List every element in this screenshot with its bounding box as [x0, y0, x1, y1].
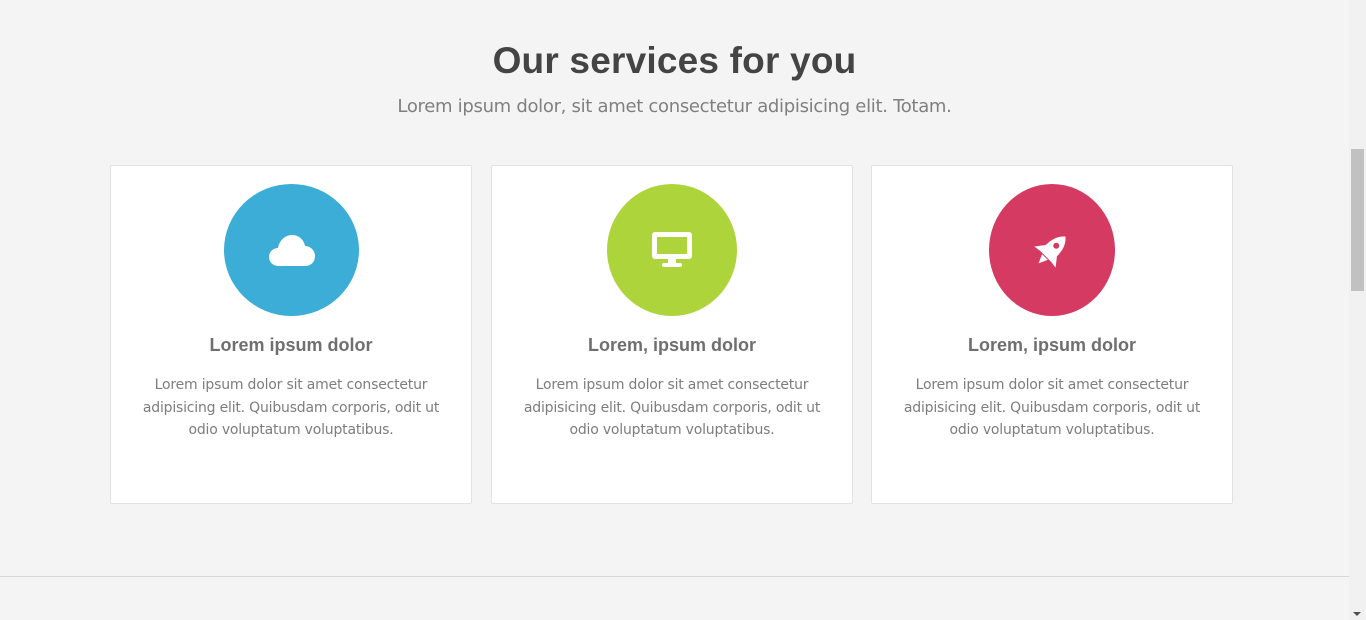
desktop-icon-circle	[607, 184, 737, 316]
section-divider	[0, 576, 1349, 577]
scroll-down-arrow-icon[interactable]	[1353, 612, 1361, 616]
cloud-icon	[268, 235, 315, 266]
section-subtitle: Lorem ipsum dolor, sit amet consectetur …	[397, 96, 952, 117]
card-text: Lorem ipsum dolor sit amet consectetur a…	[903, 377, 1201, 438]
rocket-icon-circle	[989, 184, 1115, 316]
cloud-icon-circle	[224, 184, 359, 316]
scrollbar-thumb[interactable]	[1351, 149, 1364, 291]
services-page: Our services for you Lorem ipsum dolor, …	[0, 0, 1349, 620]
service-card-cloud: Lorem ipsum dolor Lorem ipsum dolor sit …	[110, 165, 472, 504]
desktop-icon	[652, 232, 692, 267]
card-title: Lorem, ipsum dolor	[587, 335, 756, 355]
rocket-icon	[1034, 236, 1066, 268]
card-title: Lorem, ipsum dolor	[967, 335, 1136, 355]
section-title: Our services for you	[492, 40, 857, 81]
card-title: Lorem ipsum dolor	[209, 335, 373, 355]
card-text: Lorem ipsum dolor sit amet consectetur a…	[523, 377, 821, 438]
service-card-rocket: Lorem, ipsum dolor Lorem ipsum dolor sit…	[871, 165, 1233, 504]
vertical-scrollbar[interactable]	[1349, 0, 1366, 620]
card-text: Lorem ipsum dolor sit amet consectetur a…	[142, 377, 440, 438]
service-card-desktop: Lorem, ipsum dolor Lorem ipsum dolor sit…	[491, 165, 853, 504]
